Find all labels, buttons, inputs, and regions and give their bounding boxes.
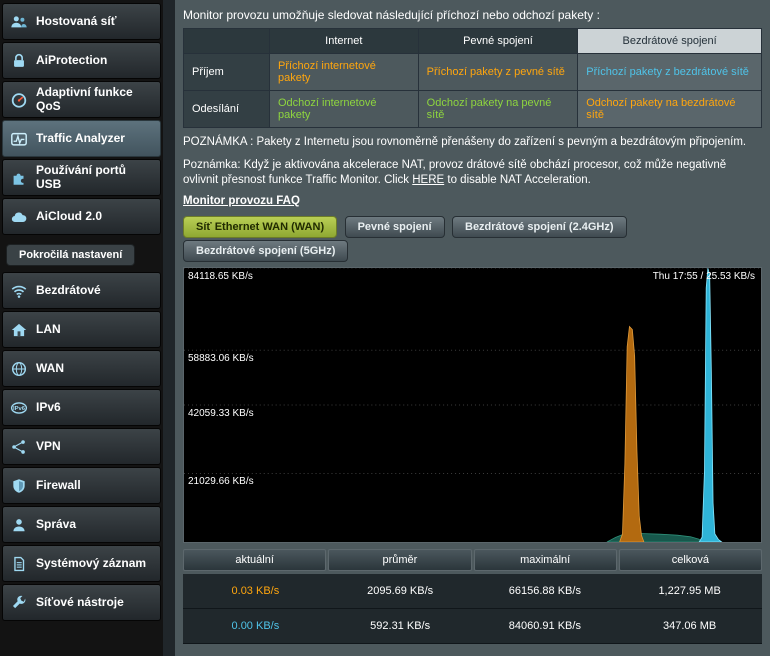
shield-icon <box>8 476 30 496</box>
sidebar-item-aiprotection[interactable]: AiProtection <box>2 42 161 79</box>
sidebar-item-aicloud[interactable]: AiCloud 2.0 <box>2 198 161 235</box>
legend-cell-wired-rx: Příchozí pakety z pevné sítě <box>418 54 578 91</box>
vpn-icon <box>8 437 30 457</box>
legend-cell-wireless-rx: Příchozí pakety z bezdrátové sítě <box>578 54 762 91</box>
sidebar-item-lan[interactable]: LAN <box>2 311 161 348</box>
sidebar-item-guest-network[interactable]: Hostovaná síť <box>2 3 161 40</box>
legend-row-label: Odesílání <box>184 91 270 128</box>
stats-row-download: 0.03 KB/s 2095.69 KB/s 66156.88 KB/s 1,2… <box>183 574 762 609</box>
sidebar-item-label: WAN <box>36 362 148 376</box>
sidebar-item-traffic-analyzer[interactable]: Traffic Analyzer <box>2 120 161 157</box>
tab-bar-row2: Bezdrátové spojení (5GHz) <box>183 240 762 262</box>
router-admin-app: Hostovaná síť AiProtection Adaptivní fun… <box>0 0 770 656</box>
legend-row-receive: Příjem Příchozí internetové pakety Přích… <box>184 54 762 91</box>
sidebar-item-vpn[interactable]: VPN <box>2 428 161 465</box>
person-icon <box>8 515 30 535</box>
faq-link[interactable]: Monitor provozu FAQ <box>183 195 300 207</box>
tab-ethernet-wan[interactable]: Síť Ethernet WAN (WAN) <box>183 216 337 238</box>
sidebar-item-label: Správa <box>36 518 148 532</box>
note-nat-suffix: to disable NAT Acceleration. <box>444 174 591 186</box>
sidebar-item-label: Firewall <box>36 479 148 493</box>
sidebar-item-ipv6[interactable]: IPv6 IPv6 <box>2 389 161 426</box>
legend-corner-cell <box>184 29 270 54</box>
stats-row-upload: 0.00 KB/s 592.31 KB/s 84060.91 KB/s 347.… <box>183 609 762 644</box>
sidebar-item-label: AiCloud 2.0 <box>36 210 148 224</box>
document-icon <box>8 554 30 574</box>
sidebar-item-label: Systémový záznam <box>36 557 148 571</box>
sidebar-item-label: Síťové nástroje <box>36 596 148 610</box>
traffic-chart-canvas <box>184 268 761 542</box>
main-content: Monitor provozu umožňuje sledovat násled… <box>175 0 770 656</box>
legend-row-transmit: Odesílání Odchozí internetové pakety Odc… <box>184 91 762 128</box>
sidebar-item-label: AiProtection <box>36 54 148 68</box>
nat-disable-link[interactable]: HERE <box>412 174 444 186</box>
sidebar-section-advanced-settings: Pokročilá nastavení <box>6 244 135 266</box>
series-download <box>620 326 644 542</box>
legend-col-wireless: Bezdrátové spojení <box>578 29 762 54</box>
lock-icon <box>8 51 30 71</box>
sidebar-item-label: IPv6 <box>36 401 148 415</box>
sidebar-item-usb-application[interactable]: Používání portů USB <box>2 159 161 196</box>
sidebar-item-label: Bezdrátové <box>36 284 148 298</box>
traffic-chart: Thu 17:55 / 25.53 KB/s 84118.65 KB/s5888… <box>183 267 762 543</box>
stats-cell-current: 0.03 KB/s <box>183 574 328 608</box>
sidebar-item-label: Adaptivní funkce QoS <box>36 86 148 114</box>
tab-wireless-5ghz[interactable]: Bezdrátové spojení (5GHz) <box>183 240 348 262</box>
sidebar-item-label: Traffic Analyzer <box>36 132 148 146</box>
cloud-icon <box>8 207 30 227</box>
stats-header-average: průměr <box>328 549 471 571</box>
stats-table: aktuální průměr maximální celková 0.03 K… <box>183 549 762 644</box>
wrench-icon <box>8 593 30 613</box>
legend-col-wired: Pevné spojení <box>418 29 578 54</box>
sidebar-item-firewall[interactable]: Firewall <box>2 467 161 504</box>
legend-row-label: Příjem <box>184 54 270 91</box>
stats-cell-average: 2095.69 KB/s <box>328 574 473 608</box>
sidebar-item-wireless[interactable]: Bezdrátové <box>2 272 161 309</box>
sidebar: Hostovaná síť AiProtection Adaptivní fun… <box>0 0 163 656</box>
legend-cell-wireless-tx: Odchozí pakety na bezdrátové sítě <box>578 91 762 128</box>
globe-icon <box>8 359 30 379</box>
sidebar-item-label: VPN <box>36 440 148 454</box>
packet-legend-table: Internet Pevné spojení Bezdrátové spojen… <box>183 28 762 128</box>
stats-cell-maximum: 66156.88 KB/s <box>473 574 618 608</box>
house-icon <box>8 320 30 340</box>
legend-cell-wired-tx: Odchozí pakety na pevné sítě <box>418 91 578 128</box>
stats-cell-current: 0.00 KB/s <box>183 609 328 643</box>
tab-wired[interactable]: Pevné spojení <box>345 216 445 238</box>
stats-cell-average: 592.31 KB/s <box>328 609 473 643</box>
sidebar-item-adaptive-qos[interactable]: Adaptivní funkce QoS <box>2 81 161 118</box>
stats-cell-total: 347.06 MB <box>617 609 762 643</box>
note-nat: Poznámka: Když je aktivována akcelerace … <box>183 158 762 189</box>
legend-cell-internet-tx: Odchozí internetové pakety <box>270 91 419 128</box>
sidebar-item-label: Hostovaná síť <box>36 15 148 29</box>
sidebar-item-administration[interactable]: Správa <box>2 506 161 543</box>
stats-header-total: celková <box>619 549 762 571</box>
stats-cell-total: 1,227.95 MB <box>617 574 762 608</box>
traffic-chart-icon <box>8 129 30 149</box>
stats-header-maximum: maximální <box>474 549 617 571</box>
legend-cell-internet-rx: Příchozí internetové pakety <box>270 54 419 91</box>
legend-col-internet: Internet <box>270 29 419 54</box>
tab-wireless-24ghz[interactable]: Bezdrátové spojení (2.4GHz) <box>452 216 627 238</box>
sidebar-item-system-log[interactable]: Systémový záznam <box>2 545 161 582</box>
wifi-icon <box>8 281 30 301</box>
note-packets: POZNÁMKA : Pakety z Internetu jsou rovno… <box>183 135 762 151</box>
sidebar-item-wan[interactable]: WAN <box>2 350 161 387</box>
intro-text: Monitor provozu umožňuje sledovat násled… <box>183 8 762 22</box>
puzzle-icon <box>8 168 30 188</box>
gauge-icon <box>8 90 30 110</box>
people-icon <box>8 12 30 32</box>
tab-bar: Síť Ethernet WAN (WAN) Pevné spojení Bez… <box>183 216 762 238</box>
stats-cell-maximum: 84060.91 KB/s <box>473 609 618 643</box>
sidebar-item-network-tools[interactable]: Síťové nástroje <box>2 584 161 621</box>
svg-text:IPv6: IPv6 <box>13 406 26 412</box>
stats-header-current: aktuální <box>183 549 326 571</box>
sidebar-item-label: LAN <box>36 323 148 337</box>
sidebar-item-label: Používání portů USB <box>36 164 148 192</box>
stats-header-row: aktuální průměr maximální celková <box>183 549 762 571</box>
ipv6-icon: IPv6 <box>8 398 30 418</box>
